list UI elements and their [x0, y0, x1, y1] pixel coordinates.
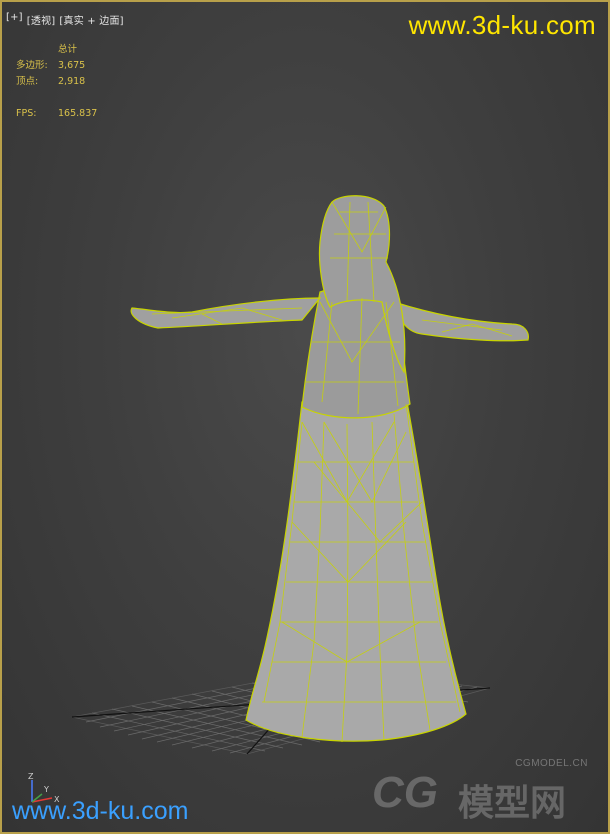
- cgmodel-logo: CGMODEL.CN CG 模型网: [372, 758, 592, 823]
- scene-canvas[interactable]: [2, 2, 608, 832]
- logo-cg-text: CG: [372, 768, 438, 817]
- character-model[interactable]: [130, 195, 529, 743]
- z-axis-label: Z: [28, 772, 34, 781]
- logo-cn-text: 模型网: [458, 782, 567, 823]
- 3d-viewport[interactable]: [+] [透视] [真实 + 边面] 总计 多边形: 3,675 顶点: 2,9…: [0, 0, 610, 834]
- watermark-bottom: www.3d-ku.com: [12, 797, 189, 825]
- y-axis-label: Y: [43, 785, 49, 794]
- logo-site-text: CGMODEL.CN: [515, 758, 588, 769]
